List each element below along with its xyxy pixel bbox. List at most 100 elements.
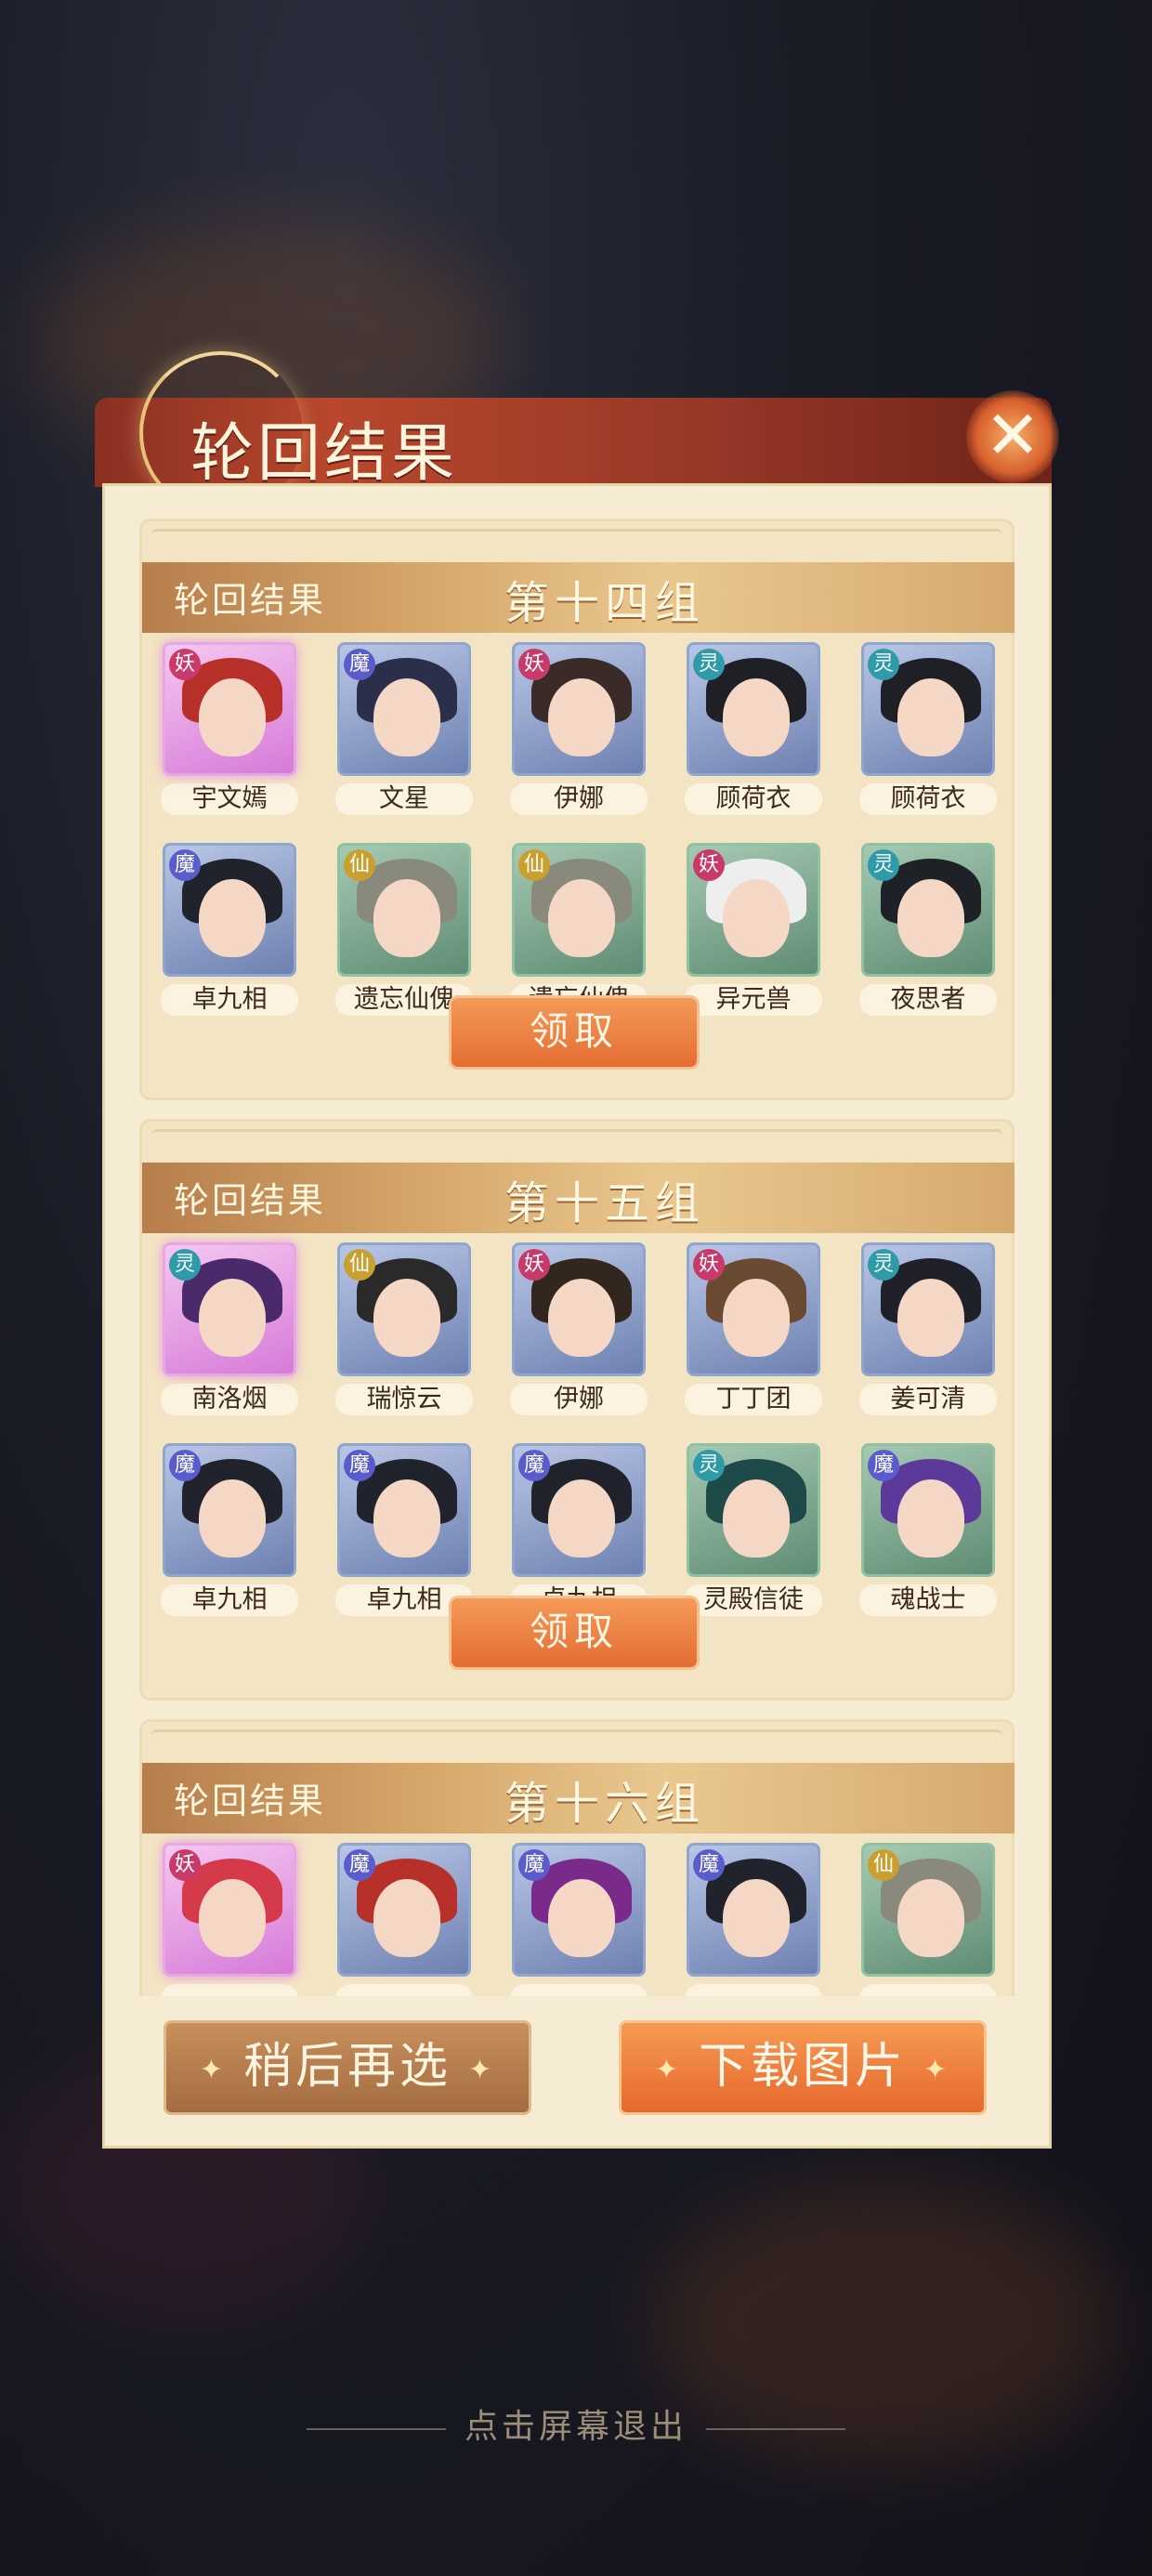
choose-later-label: 稍后再选 [242, 2039, 452, 2095]
faction-badge-icon: 灵 [868, 649, 899, 680]
claim-button[interactable]: 领取 [449, 1596, 700, 1670]
faction-badge-icon: 魔 [344, 1849, 375, 1881]
hero-portrait[interactable]: 仙 [337, 843, 471, 977]
hero-name [685, 1984, 822, 1996]
faction-badge-icon: 魔 [518, 1450, 550, 1481]
group-header: 轮回结果 第十四组 [142, 562, 1015, 633]
faction-badge-icon: 灵 [169, 1249, 201, 1281]
hero-portrait[interactable]: 魔 [512, 1843, 646, 1977]
hero-portrait[interactable]: 魔 [337, 1443, 471, 1577]
faction-badge-icon: 妖 [693, 1249, 725, 1281]
hero-face [897, 1879, 964, 1957]
hero-card[interactable]: 魔 [510, 1843, 648, 1996]
hero-portrait[interactable]: 仙 [337, 1242, 471, 1376]
hero-name: 丁丁团 [685, 1384, 822, 1415]
group-name: 第十四组 [504, 577, 706, 629]
hero-face [199, 1479, 266, 1557]
hero-card[interactable]: 魔 卓九相 [335, 1443, 473, 1616]
hero-portrait[interactable]: 妖 [512, 1242, 646, 1376]
hero-portrait[interactable]: 仙 [861, 1843, 995, 1977]
hero-card[interactable]: 妖 [161, 1843, 298, 1996]
hero-face [373, 879, 440, 957]
faction-badge-icon: 魔 [169, 1450, 201, 1481]
hero-name: 顾荷衣 [685, 783, 822, 815]
hero-portrait[interactable]: 魔 [163, 843, 296, 977]
hero-face [548, 879, 615, 957]
hero-portrait[interactable]: 仙 [512, 843, 646, 977]
hero-portrait[interactable]: 灵 [861, 843, 995, 977]
hero-name: 卓九相 [161, 1584, 298, 1616]
hero-card[interactable]: 魔 [335, 1843, 473, 1996]
hero-card[interactable]: 仙 [859, 1843, 997, 1996]
hero-portrait[interactable]: 灵 [687, 1443, 820, 1577]
hero-card[interactable]: 妖 伊娜 [510, 1242, 648, 1415]
download-image-button[interactable]: ✦ 下载图片 ✦ [619, 2020, 987, 2115]
hero-portrait[interactable]: 妖 [163, 642, 296, 776]
hero-card[interactable]: 妖 宇文嫣 [161, 642, 298, 815]
hero-portrait[interactable]: 魔 [163, 1443, 296, 1577]
hero-name: 异元兽 [685, 984, 822, 1016]
faction-badge-icon: 妖 [169, 1849, 201, 1881]
hero-name: 灵殿信徒 [685, 1584, 822, 1616]
hero-row: 魔 卓九相 仙 遗忘仙傀 仙 遗忘仙傀 妖 异元兽 [161, 843, 1015, 1016]
hero-card[interactable]: 仙 遗忘仙傀 [510, 843, 648, 1016]
faction-badge-icon: 灵 [868, 849, 899, 881]
hero-card[interactable]: 妖 伊娜 [510, 642, 648, 815]
hero-card[interactable]: 魔 卓九相 [510, 1443, 648, 1616]
hero-portrait[interactable]: 魔 [337, 642, 471, 776]
faction-badge-icon: 魔 [169, 849, 201, 881]
hero-card[interactable]: 仙 遗忘仙傀 [335, 843, 473, 1016]
hero-row: 灵 南洛烟 仙 瑞惊云 妖 伊娜 妖 丁丁团 灵 姜可清 [161, 1242, 1015, 1415]
hero-face [373, 1879, 440, 1957]
hero-card[interactable]: 灵 顾荷衣 [685, 642, 822, 815]
hero-grid: 灵 南洛烟 仙 瑞惊云 妖 伊娜 妖 丁丁团 灵 姜可清 魔 卓九相 魔 卓九相… [161, 1242, 1015, 1644]
hero-portrait[interactable]: 灵 [861, 1242, 995, 1376]
hero-portrait[interactable]: 妖 [512, 642, 646, 776]
claim-button[interactable]: 领取 [449, 995, 700, 1070]
hero-card[interactable]: 灵 南洛烟 [161, 1242, 298, 1415]
hero-row: 妖 魔 魔 魔 仙 [161, 1843, 1015, 1996]
hero-card[interactable]: 魔 卓九相 [161, 1443, 298, 1616]
hero-card[interactable]: 仙 瑞惊云 [335, 1242, 473, 1415]
hero-face [723, 1479, 790, 1557]
hero-card[interactable]: 魔 文星 [335, 642, 473, 815]
hero-card[interactable]: 魔 [685, 1843, 822, 1996]
hero-grid: 妖 宇文嫣 魔 文星 妖 伊娜 灵 顾荷衣 灵 顾荷衣 魔 卓九相 仙 遗忘仙傀… [161, 642, 1015, 1044]
hero-card[interactable]: 灵 姜可清 [859, 1242, 997, 1415]
faction-badge-icon: 妖 [518, 1249, 550, 1281]
divider [151, 1129, 1002, 1141]
close-button[interactable]: ✕ [966, 390, 1059, 483]
hero-portrait[interactable]: 魔 [687, 1843, 820, 1977]
hero-card[interactable]: 灵 顾荷衣 [859, 642, 997, 815]
hero-card[interactable]: 妖 丁丁团 [685, 1242, 822, 1415]
faction-badge-icon: 仙 [344, 849, 375, 881]
groups-scroll-area[interactable]: 轮回结果 第十四组 妖 宇文嫣 魔 文星 妖 伊娜 灵 顾荷衣 灵 顾荷衣 魔 … [139, 519, 1015, 1996]
hero-face [548, 1479, 615, 1557]
group-header: 轮回结果 第十六组 [142, 1763, 1015, 1833]
hero-row: 妖 宇文嫣 魔 文星 妖 伊娜 灵 顾荷衣 灵 顾荷衣 [161, 642, 1015, 815]
faction-badge-icon: 仙 [518, 849, 550, 881]
hero-card[interactable]: 妖 异元兽 [685, 843, 822, 1016]
hero-card[interactable]: 灵 灵殿信徒 [685, 1443, 822, 1616]
hero-card[interactable]: 灵 夜思者 [859, 843, 997, 1016]
hero-portrait[interactable]: 妖 [687, 843, 820, 977]
hero-portrait[interactable]: 妖 [163, 1843, 296, 1977]
hero-card[interactable]: 魔 魂战士 [859, 1443, 997, 1616]
hero-portrait[interactable]: 灵 [163, 1242, 296, 1376]
hero-portrait[interactable]: 妖 [687, 1242, 820, 1376]
hero-face [199, 1279, 266, 1357]
faction-badge-icon: 魔 [344, 649, 375, 680]
hero-card[interactable]: 魔 卓九相 [161, 843, 298, 1016]
hero-portrait[interactable]: 魔 [337, 1843, 471, 1977]
hero-portrait[interactable]: 灵 [861, 642, 995, 776]
hero-name: 宇文嫣 [161, 783, 298, 815]
hero-portrait[interactable]: 灵 [687, 642, 820, 776]
hero-face [548, 1279, 615, 1357]
group-header: 轮回结果 第十五组 [142, 1163, 1015, 1233]
exit-hint[interactable]: 点击屏幕退出 [0, 2399, 1152, 2448]
choose-later-button[interactable]: ✦ 稍后再选 ✦ [164, 2020, 531, 2115]
hero-portrait[interactable]: 魔 [512, 1443, 646, 1577]
group-header-label: 轮回结果 [174, 580, 327, 621]
divider [151, 1729, 1002, 1741]
hero-portrait[interactable]: 魔 [861, 1443, 995, 1577]
